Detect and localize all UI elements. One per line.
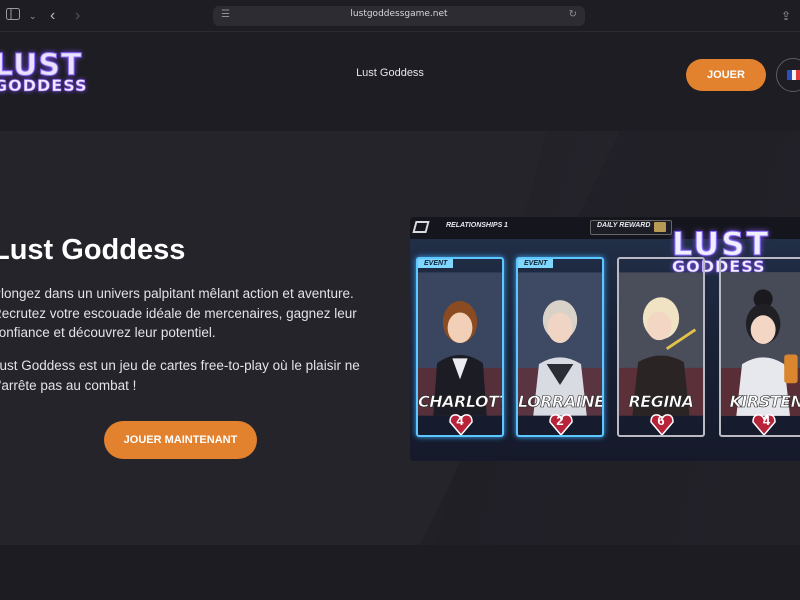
card-level: 4 [762,413,771,428]
event-tag: EVENT [518,259,554,268]
site-header: LUST GODDESS Lust Goddess JOUER [0,33,800,131]
character-card-lorraine: EVENT LORRAINE 2 [516,257,604,437]
game-promo-image: RELATIONSHIPS 1 DAILY REWARD LUST GODDES… [410,217,800,461]
relationships-count: 1 [504,222,508,229]
back-frame-icon [412,221,430,233]
browser-toolbar: ⌄ ‹ › ☰ lustgoddessgame.net ↻ ⇪ [0,0,800,32]
chevron-left-icon[interactable]: ‹ [50,0,55,32]
url-text: lustgoddessgame.net [350,9,448,19]
hero-paragraph-1: Plongez dans un univers palpitant mêlant… [0,286,357,340]
character-card-kirsten: KIRSTEN 4 [719,257,800,437]
card-name: LORRAINE [518,392,604,412]
card-level: 6 [657,413,665,428]
hero-paragraph-2: Lust Goddess est un jeu de cartes free-t… [0,358,360,393]
hero-title: Lust Goddess [0,234,186,266]
address-bar[interactable]: ☰ lustgoddessgame.net ↻ [213,6,585,26]
daily-reward-label: DAILY REWARD [597,222,651,229]
chevron-right-icon[interactable]: › [75,0,80,32]
event-tag: EVENT [418,259,454,268]
reload-icon[interactable]: ↻ [569,9,577,20]
sidebar-icon[interactable] [6,0,20,32]
share-icon[interactable]: ⇪ [781,0,791,32]
card-level: 4 [456,413,464,428]
logo[interactable]: LUST GODDESS [0,50,94,99]
play-now-button[interactable]: JOUER MAINTENANT [104,421,257,459]
relationships-label: RELATIONSHIPS [446,222,503,229]
nav-link-lust-goddess[interactable]: Lust Goddess [344,67,436,79]
card-level: 2 [556,413,564,428]
france-flag-icon [787,70,800,80]
page-footer-area [0,545,800,600]
character-card-charlotte: EVENT CHARLOTTE 4 [416,257,504,437]
language-selector[interactable] [776,58,800,92]
hero-section: Lust Goddess Plongez dans un univers pal… [0,131,800,545]
chevron-down-icon[interactable]: ⌄ [29,0,37,32]
logo-line2: GODDESS [0,76,88,95]
play-button[interactable]: JOUER [686,59,766,91]
card-name: REGINA [628,392,694,412]
gift-icon [654,222,666,232]
card-name: CHARLOTTE [418,392,502,412]
card-name: KIRSTEN [729,392,800,412]
character-card-regina: REGINA 6 [617,257,705,437]
